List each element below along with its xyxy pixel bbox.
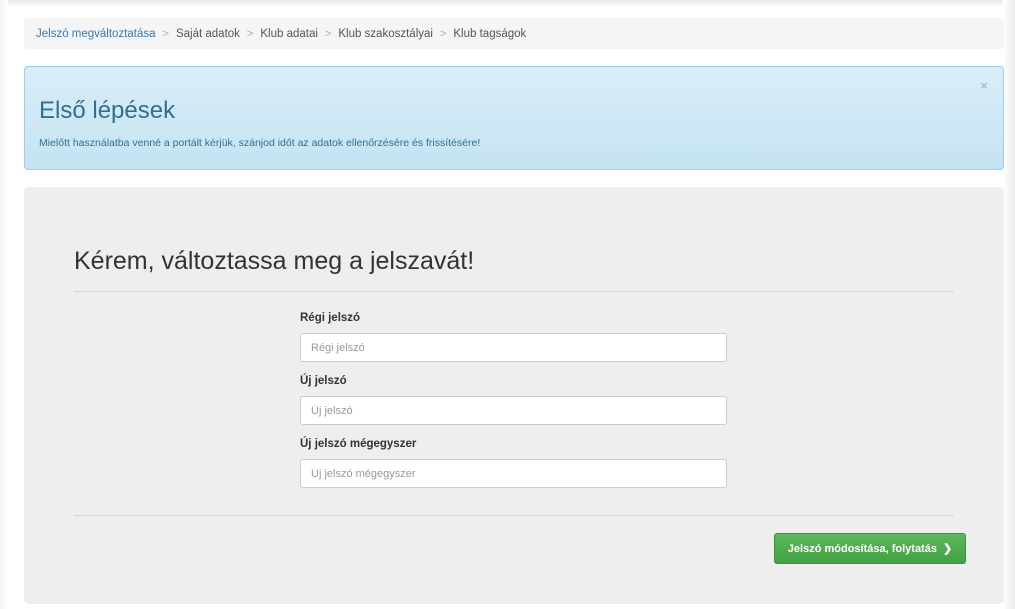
- info-alert: × Első lépések Mielőtt használatba venné…: [24, 66, 1004, 170]
- old-password-label: Régi jelszó: [300, 312, 361, 324]
- breadcrumb-item-club-departments: Klub szakosztályai: [338, 27, 433, 40]
- new-password-group: Új jelszó: [300, 375, 727, 425]
- breadcrumb-separator: >: [439, 27, 447, 40]
- breadcrumb-item-club-memberships: Klub tagságok: [453, 27, 527, 40]
- confirm-password-input[interactable]: [300, 459, 727, 488]
- old-password-group: Régi jelszó: [300, 312, 727, 362]
- breadcrumb-item-own-data: Saját adatok: [175, 27, 240, 40]
- breadcrumb-item-club-data: Klub adatai: [260, 27, 318, 40]
- divider-top: [74, 291, 954, 292]
- breadcrumb: Jelszó megváltoztatása > Saját adatok > …: [24, 18, 1004, 49]
- alert-title: Első lépések: [39, 97, 176, 124]
- change-password-continue-button[interactable]: Jelszó módosítása, folytatás ❯: [774, 533, 966, 564]
- breadcrumb-separator: >: [324, 27, 332, 40]
- submit-button-label: Jelszó módosítása, folytatás: [787, 542, 937, 555]
- divider-bottom: [74, 515, 954, 516]
- left-edge-shadow: [0, 0, 8, 609]
- old-password-input[interactable]: [300, 333, 727, 362]
- breadcrumb-separator: >: [246, 27, 254, 40]
- breadcrumb-separator: >: [162, 27, 169, 40]
- page-title: Kérem, változtassa meg a jelszavát!: [74, 247, 475, 275]
- top-shadow: [0, 0, 1015, 8]
- breadcrumb-item-change-password[interactable]: Jelszó megváltoztatása: [36, 28, 156, 40]
- right-edge-shadow: [1003, 0, 1015, 609]
- password-change-card: Kérem, változtassa meg a jelszavát! Régi…: [24, 187, 1004, 604]
- chevron-right-icon: ❯: [942, 543, 953, 555]
- new-password-input[interactable]: [300, 396, 727, 425]
- new-password-label: Új jelszó: [300, 375, 347, 387]
- alert-text: Mielőtt használatba venné a portált kérj…: [39, 137, 481, 149]
- confirm-password-group: Új jelszó mégegyszer: [300, 438, 727, 488]
- page: Jelszó megváltoztatása > Saját adatok > …: [0, 0, 1015, 609]
- confirm-password-label: Új jelszó mégegyszer: [300, 438, 417, 450]
- close-icon[interactable]: ×: [977, 79, 991, 93]
